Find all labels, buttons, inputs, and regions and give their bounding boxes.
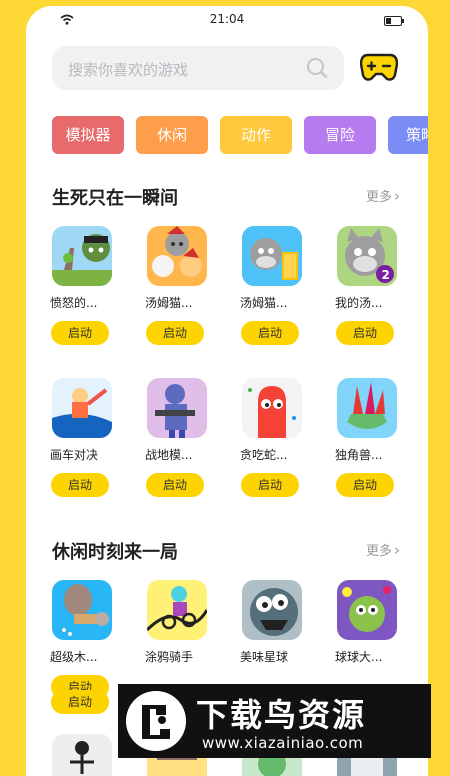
tasty-planet-icon[interactable] <box>242 580 302 640</box>
game-card[interactable]: 贪吃蛇... 启动 <box>240 378 304 497</box>
game-card[interactable]: 涂鸦骑手 <box>145 580 209 665</box>
draw-car-icon[interactable] <box>52 378 112 438</box>
game-name: 独角兽... <box>335 448 383 462</box>
svg-text:2: 2 <box>382 268 390 282</box>
more-label: 更多 <box>365 544 392 559</box>
watermark-url: www.xiazainiao.com <box>202 734 364 752</box>
game-card[interactable]: 球球大... <box>335 580 399 665</box>
search-icon[interactable] <box>306 57 328 79</box>
more-link[interactable]: 更多 › <box>366 540 400 559</box>
launch-button[interactable]: 启动 <box>51 473 109 497</box>
section-title: 生死只在一瞬间 <box>52 188 178 209</box>
more-link[interactable]: 更多 › <box>366 186 400 205</box>
game-card[interactable]: 画车对决 启动 <box>50 378 114 497</box>
category-strategy[interactable]: 策略 <box>388 116 428 154</box>
watermark-title: 下载鸟资源 <box>196 696 367 734</box>
launch-button[interactable]: 启动 <box>241 321 299 345</box>
launch-button[interactable]: 启动 <box>241 473 299 497</box>
my-talking-tom-2-icon[interactable]: 2 <box>337 226 397 286</box>
launch-button[interactable]: 启动 <box>51 321 109 345</box>
game-card[interactable]: 美味星球 <box>240 580 304 665</box>
game-card[interactable]: 2 我的汤... 启动 <box>335 226 399 345</box>
search-placeholder: 搜索你喜欢的游戏 <box>68 61 189 79</box>
search-bar[interactable]: 搜索你喜欢的游戏 <box>52 46 344 90</box>
launch-button[interactable]: 启动 <box>51 690 109 714</box>
ball-battle-icon[interactable] <box>337 580 397 640</box>
category-action[interactable]: 动作 <box>220 116 292 154</box>
battle-sim-icon[interactable] <box>147 378 207 438</box>
wood-carve-icon[interactable] <box>52 580 112 640</box>
gamepad-icon[interactable] <box>360 52 398 82</box>
game-name: 汤姆猫... <box>145 296 193 310</box>
bird-logo <box>126 691 186 751</box>
status-time: 21:04 <box>209 12 245 26</box>
snake-icon[interactable] <box>242 378 302 438</box>
category-tabs: 模拟器 休闲 动作 冒险 策略 <box>52 116 428 156</box>
launch-button[interactable]: 启动 <box>146 473 204 497</box>
section-title: 休闲时刻来一局 <box>52 542 178 563</box>
category-adventure[interactable]: 冒险 <box>304 116 376 154</box>
game-name: 战地模... <box>145 448 193 462</box>
game-name: 画车对决 <box>50 448 99 462</box>
game-card[interactable]: 愤怒的... 启动 <box>50 226 114 345</box>
launch-button[interactable]: 启动 <box>146 321 204 345</box>
category-casual[interactable]: 休闲 <box>136 116 208 154</box>
angry-birds-icon[interactable] <box>52 226 112 286</box>
tom-cat-friends-icon[interactable] <box>147 226 207 286</box>
game-name: 球球大... <box>335 650 383 664</box>
tom-gold-run-icon[interactable] <box>242 226 302 286</box>
game-name: 愤怒的... <box>50 296 98 310</box>
chevron-right-icon: › <box>394 541 400 559</box>
more-label: 更多 <box>365 190 392 205</box>
phone-screen: 21:04 搜索你喜欢的游戏 模拟器 休闲 动作 冒险 策略 生死只在一瞬间 更… <box>26 6 428 776</box>
game-card[interactable]: 汤姆猫... 启动 <box>145 226 209 345</box>
status-bar: 21:04 <box>26 6 428 34</box>
chevron-right-icon: › <box>394 187 400 205</box>
game-card[interactable]: 独角兽... 启动 <box>335 378 399 497</box>
game-card[interactable]: 战地模... 启动 <box>145 378 209 497</box>
launch-button[interactable]: 启动 <box>336 321 394 345</box>
game-card-launch: 启动 <box>50 662 114 714</box>
game-name: 我的汤... <box>335 296 383 310</box>
watermark-banner: 下载鸟资源 www.xiazainiao.com <box>118 684 431 758</box>
launch-button[interactable]: 启动 <box>336 473 394 497</box>
category-simulator[interactable]: 模拟器 <box>52 116 124 154</box>
game-name: 贪吃蛇... <box>240 448 288 462</box>
doodle-rider-icon[interactable] <box>147 580 207 640</box>
game-name: 汤姆猫... <box>240 296 288 310</box>
game-name: 美味星球 <box>240 650 289 664</box>
unicorn-icon[interactable] <box>337 378 397 438</box>
game-name: 涂鸦骑手 <box>145 650 194 664</box>
battery-icon <box>384 16 404 26</box>
game-card[interactable]: 汤姆猫... 启动 <box>240 226 304 345</box>
